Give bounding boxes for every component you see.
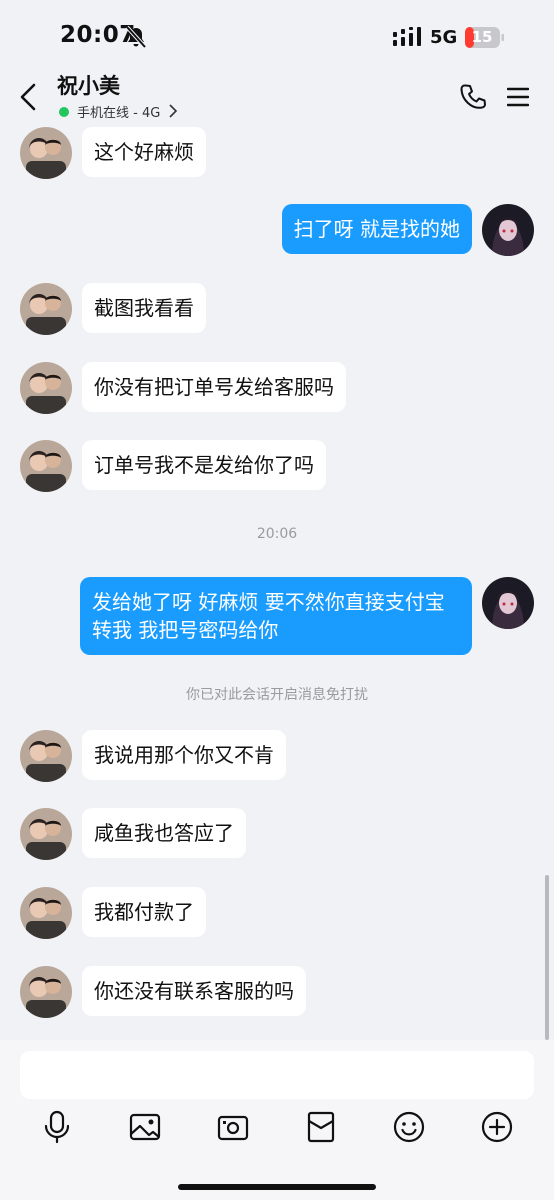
my-avatar[interactable] [482, 577, 534, 629]
chat-header: 祝小美 手机在线 - 4G [0, 70, 554, 128]
contact-avatar[interactable] [20, 283, 72, 335]
incoming-message[interactable]: 这个好麻烦 [82, 127, 206, 177]
outgoing-message[interactable]: 扫了呀 就是找的她 [281, 204, 472, 254]
plus-icon[interactable] [480, 1110, 514, 1144]
incoming-message[interactable]: 订单号我不是发给你了吗 [82, 440, 326, 490]
camera-icon[interactable] [216, 1110, 250, 1144]
bell-off-icon [125, 26, 147, 48]
my-avatar[interactable] [482, 204, 534, 256]
online-status[interactable]: 手机在线 - 4G [77, 102, 160, 121]
red-envelope-icon[interactable] [304, 1110, 338, 1144]
contact-avatar[interactable] [20, 127, 72, 179]
message-input[interactable] [20, 1051, 534, 1099]
menu-icon[interactable] [507, 86, 529, 108]
signal-icon [393, 27, 421, 46]
battery-level: 15 [471, 28, 493, 46]
message-timestamp: 20:06 [256, 526, 298, 542]
microphone-icon[interactable] [40, 1110, 74, 1144]
phone-icon[interactable] [460, 83, 488, 111]
incoming-message[interactable]: 你没有把订单号发给客服吗 [82, 362, 346, 412]
contact-avatar[interactable] [20, 808, 72, 860]
online-indicator [59, 107, 69, 117]
network-type: 5G [430, 27, 458, 48]
home-indicator[interactable] [178, 1184, 376, 1190]
mute-notice: 你已对此会话开启消息免打扰 [186, 687, 368, 703]
outgoing-message[interactable]: 发给她了呀 好麻烦 要不然你直接支付宝转我 我把号密码给你 [80, 577, 472, 655]
incoming-message[interactable]: 截图我看看 [82, 283, 206, 333]
image-icon[interactable] [128, 1110, 162, 1144]
contact-avatar[interactable] [20, 966, 72, 1018]
contact-avatar[interactable] [20, 730, 72, 782]
contact-name[interactable]: 祝小美 [57, 70, 120, 100]
contact-avatar[interactable] [20, 440, 72, 492]
back-icon[interactable] [16, 82, 40, 112]
incoming-message[interactable]: 咸鱼我也答应了 [82, 808, 246, 858]
contact-avatar[interactable] [20, 887, 72, 939]
status-bar: 20:07 5G 15 [0, 0, 554, 70]
scrollbar[interactable] [545, 875, 549, 1040]
contact-avatar[interactable] [20, 362, 72, 414]
emoji-icon[interactable] [392, 1110, 426, 1144]
composer [0, 1040, 554, 1200]
chevron-right-icon[interactable] [168, 104, 178, 118]
incoming-message[interactable]: 你还没有联系客服的吗 [82, 966, 306, 1016]
incoming-message[interactable]: 我说用那个你又不肯 [82, 730, 286, 780]
incoming-message[interactable]: 我都付款了 [82, 887, 206, 937]
